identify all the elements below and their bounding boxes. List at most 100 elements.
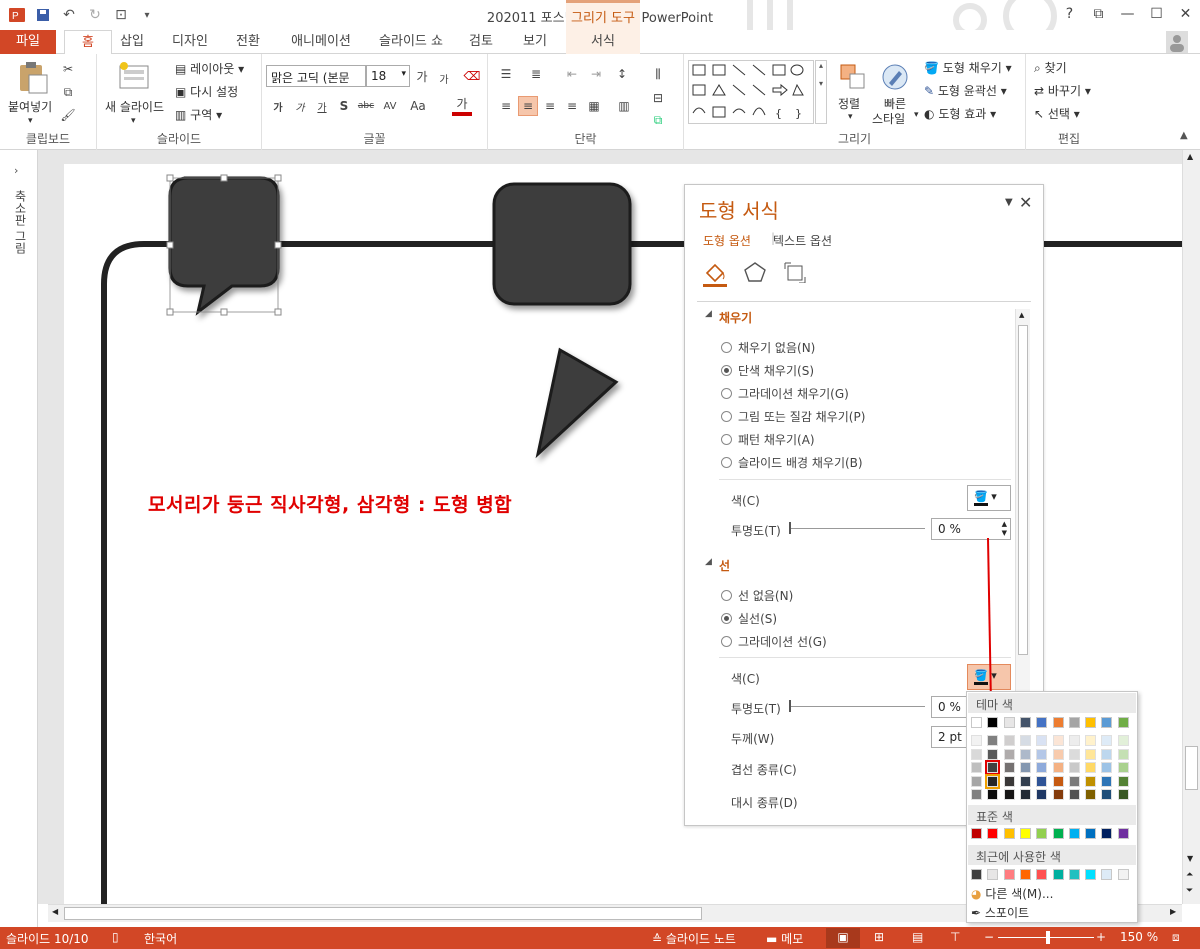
scroll-down-icon[interactable]: ▼ — [1187, 854, 1193, 863]
theme-shade-swatch[interactable] — [1052, 735, 1064, 746]
theme-shade-swatch[interactable] — [1003, 735, 1015, 746]
fill-transparency-thumb[interactable] — [789, 522, 791, 534]
more-colors-item[interactable]: ◕ 다른 색(M)... — [971, 885, 1053, 902]
theme-shade-swatch[interactable] — [1052, 775, 1064, 787]
avatar[interactable] — [1166, 31, 1188, 53]
shape-fill-button[interactable]: 🪣 도형 채우기 ▾ — [924, 59, 1012, 76]
theme-shade-swatch[interactable] — [1036, 735, 1048, 746]
arrange-dropdown-icon[interactable]: ▾ — [848, 112, 853, 122]
standard-color-swatch[interactable] — [1019, 828, 1031, 839]
theme-shade-swatch[interactable] — [1068, 748, 1080, 760]
shape-outline-button[interactable]: ✎ 도형 윤곽선 ▾ — [924, 82, 1007, 99]
new-slide-dropdown-icon[interactable]: ▾ — [131, 116, 136, 126]
standard-color-swatch[interactable] — [1036, 828, 1048, 839]
theme-shade-swatch[interactable] — [987, 735, 999, 746]
theme-color-swatch[interactable] — [1085, 717, 1097, 728]
theme-shade-swatch[interactable] — [1085, 748, 1097, 760]
line-radio-none[interactable] — [721, 590, 732, 601]
pane-options-icon[interactable]: ▼ — [1005, 197, 1013, 208]
find-button[interactable]: ⌕ 찾기 — [1034, 59, 1067, 76]
select-button[interactable]: ↖ 선택 ▾ — [1034, 105, 1080, 122]
vertical-scrollbar[interactable]: ▲ ▼ ⏶ ⏷ — [1182, 150, 1200, 904]
zoom-level[interactable]: 150 % — [1120, 930, 1158, 944]
font-color-button[interactable]: 가 — [452, 94, 472, 116]
size-properties-icon[interactable] — [783, 261, 807, 286]
reading-view-icon[interactable]: ▤ — [912, 930, 923, 944]
bold-button[interactable]: 가 — [268, 96, 288, 116]
pane-scroll-thumb[interactable] — [1018, 325, 1028, 655]
fill-option-gradient[interactable]: 그라데이션 채우기(G) — [721, 385, 849, 402]
fill-collapse-icon[interactable]: ◢ — [705, 309, 712, 319]
standard-color-swatch[interactable] — [987, 828, 999, 839]
theme-shade-swatch[interactable] — [1003, 762, 1015, 773]
next-slide-icon[interactable]: ⏷ — [1186, 886, 1193, 896]
theme-shade-swatch[interactable] — [987, 748, 999, 760]
scroll-up-icon[interactable]: ▲ — [1187, 152, 1193, 161]
tab-animations[interactable]: 애니메이션 — [284, 30, 358, 54]
recent-color-swatch[interactable] — [987, 869, 999, 880]
thumbnail-pane-label[interactable]: 축소판 그림 — [12, 190, 29, 254]
line-option-gradient[interactable]: 그라데이션 선(G) — [721, 633, 827, 650]
theme-shade-swatch-selected[interactable] — [985, 773, 1001, 789]
font-name-combo[interactable]: 맑은 고딕 (본문 — [266, 65, 366, 87]
theme-shade-swatch[interactable] — [1019, 775, 1031, 787]
expand-thumbnails-icon[interactable]: › — [14, 164, 18, 177]
line-option-none[interactable]: 선 없음(N) — [721, 587, 793, 604]
pane-scroll-up-icon[interactable]: ▲ — [1019, 311, 1024, 319]
theme-shade-swatch[interactable] — [1101, 762, 1113, 773]
rounded-rectangle-shape[interactable] — [492, 182, 632, 306]
language-indicator[interactable]: 한국어 — [144, 930, 177, 947]
tab-slideshow[interactable]: 슬라이드 쇼 — [374, 30, 448, 54]
powerpoint-logo-icon[interactable]: P — [6, 4, 28, 26]
tab-shape-options[interactable]: 도형 옵션 — [703, 232, 751, 249]
scroll-right-icon[interactable]: ▶ — [1170, 907, 1176, 916]
recent-color-swatch[interactable] — [1068, 869, 1080, 880]
theme-color-swatch[interactable] — [987, 717, 999, 728]
normal-view-icon[interactable]: ▣ — [826, 928, 860, 948]
theme-shade-swatch[interactable] — [1052, 762, 1064, 773]
fit-slide-icon[interactable]: ⧈ — [1172, 930, 1180, 945]
collapse-ribbon-icon[interactable]: ▲ — [1180, 130, 1188, 141]
theme-shade-swatch[interactable] — [1036, 762, 1048, 773]
slide-caption[interactable]: 모서리가 둥근 직사각형, 삼각형 : 도형 병합 — [148, 490, 512, 517]
theme-shade-swatch[interactable] — [1117, 775, 1129, 787]
arrange-icon[interactable] — [838, 62, 868, 92]
theme-shade-swatch[interactable] — [1052, 789, 1064, 800]
line-transparency-slider[interactable] — [789, 706, 925, 707]
theme-color-swatch[interactable] — [1036, 717, 1048, 728]
arrange-button[interactable]: 정렬 — [838, 95, 860, 112]
standard-color-swatch[interactable] — [971, 828, 982, 839]
shapes-gallery-scroll[interactable]: ▴ ▾ — [815, 60, 827, 124]
theme-shade-swatch[interactable] — [1068, 762, 1080, 773]
theme-color-swatch[interactable] — [1117, 717, 1129, 728]
tab-format[interactable]: 서식 — [566, 30, 640, 54]
quick-styles-button-line2[interactable]: 스타일 — [872, 110, 905, 127]
new-slide-button[interactable]: 새 슬라이드 — [105, 98, 164, 115]
recent-color-swatch[interactable] — [1052, 869, 1064, 880]
fill-option-background[interactable]: 슬라이드 배경 채우기(B) — [721, 454, 863, 471]
reset-button[interactable]: ▣ 다시 설정 — [175, 83, 238, 100]
smartart-icon[interactable]: ⧉ — [648, 110, 668, 130]
line-radio-solid[interactable] — [721, 613, 732, 624]
text-direction-icon[interactable]: ⫼ — [648, 64, 668, 84]
theme-shade-swatch[interactable] — [1036, 775, 1048, 787]
standard-color-swatch[interactable] — [1052, 828, 1064, 839]
fill-option-none[interactable]: 채우기 없음(N) — [721, 339, 815, 356]
theme-shade-swatch[interactable] — [1101, 748, 1113, 760]
theme-shade-swatch[interactable] — [1068, 789, 1080, 800]
align-center-icon[interactable]: ≡ — [518, 96, 538, 116]
start-from-beginning-icon[interactable]: ⊡ — [110, 4, 132, 26]
fill-option-solid[interactable]: 단색 채우기(S) — [721, 362, 814, 379]
theme-shade-swatch[interactable] — [1101, 735, 1113, 746]
close-button[interactable]: ✕ — [1171, 0, 1200, 28]
line-collapse-icon[interactable]: ◢ — [705, 557, 712, 567]
fill-radio-none[interactable] — [721, 342, 732, 353]
bullets-icon[interactable]: ☰ — [496, 64, 516, 84]
fill-radio-pattern[interactable] — [721, 434, 732, 445]
char-spacing-button[interactable]: AV — [380, 96, 400, 116]
distribute-icon[interactable]: ▦ — [584, 96, 604, 116]
pane-close-icon[interactable]: ✕ — [1019, 193, 1032, 212]
underline-button[interactable]: 가 — [312, 96, 332, 116]
tab-insert[interactable]: 삽입 — [114, 30, 150, 54]
tab-review[interactable]: 검토 — [462, 30, 500, 54]
